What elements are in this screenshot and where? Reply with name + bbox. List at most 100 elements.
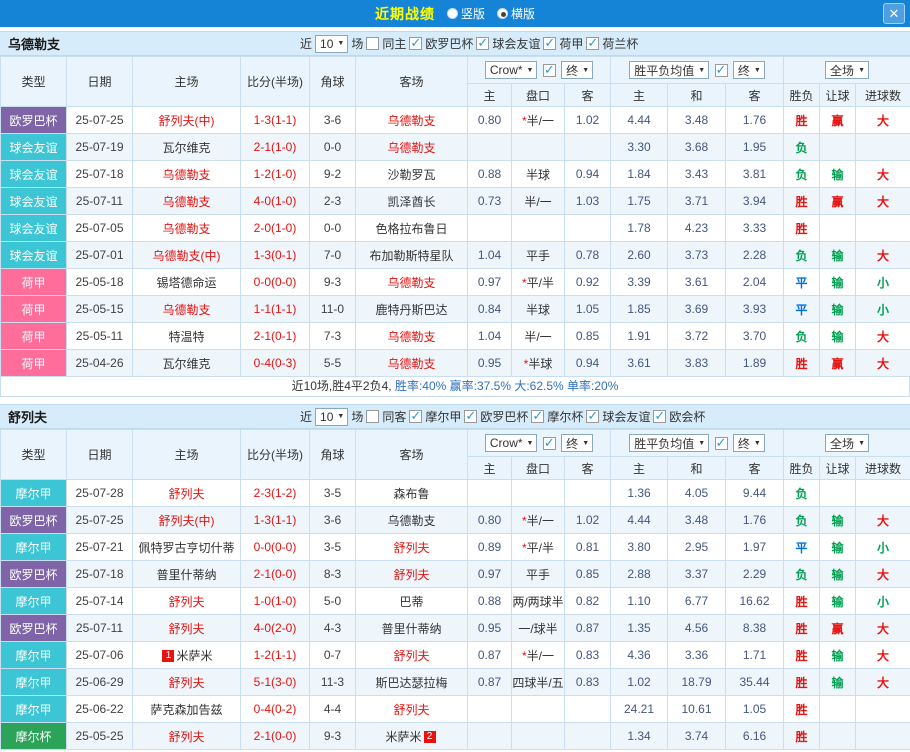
team-name: 舒列夫 xyxy=(393,541,429,555)
chevron-down-icon: ▼ xyxy=(527,67,534,74)
win-lose-result: 胜 xyxy=(784,215,820,242)
match-score: 1-3(1-1) xyxy=(241,507,310,534)
full-match-select[interactable]: 全场 ▼ xyxy=(825,61,869,79)
subcol-handicap-result: 让球 xyxy=(820,457,856,480)
win-lose-result: 胜 xyxy=(784,615,820,642)
handicap-result: 输 xyxy=(820,561,856,588)
team-name: 乌德勒支 xyxy=(387,514,435,528)
same-venue-checkbox[interactable] xyxy=(366,37,379,50)
home-team: 舒列夫 xyxy=(133,615,241,642)
chevron-down-icon: ▼ xyxy=(858,67,865,74)
radio-icon[interactable] xyxy=(497,8,508,19)
final-odds-checkbox[interactable] xyxy=(543,437,556,450)
final-odds-select[interactable]: 终▼ xyxy=(733,434,765,452)
summary-segment: 单率:20% xyxy=(564,379,619,393)
away-team: 乌德勒支 xyxy=(356,134,468,161)
match-row: 球会友谊25-07-18乌德勒支1-2(1-0)9-2沙勒罗瓦0.88半球0.9… xyxy=(1,161,910,188)
same-venue-checkbox[interactable] xyxy=(366,410,379,423)
league-filter-checkbox[interactable] xyxy=(531,410,544,423)
league-type-badge: 荷甲 xyxy=(1,296,67,323)
league-filter-checkbox[interactable] xyxy=(653,410,666,423)
league-filter-label: 欧罗巴杯 xyxy=(480,408,528,425)
asian-home-odds: 0.95 xyxy=(468,615,512,642)
corner-score: 9-3 xyxy=(310,723,356,750)
corner-score: 0-7 xyxy=(310,642,356,669)
europe-odds-select[interactable]: 胜平负均值▼ xyxy=(629,434,709,452)
match-score: 1-3(1-1) xyxy=(241,107,310,134)
final-odds-select[interactable]: 终▼ xyxy=(561,61,593,79)
league-filter-checkbox[interactable] xyxy=(464,410,477,423)
match-count-select[interactable]: 10▼ xyxy=(315,35,348,53)
corner-score: 0-0 xyxy=(310,134,356,161)
final-odds-select[interactable]: 终▼ xyxy=(733,61,765,79)
handicap-result: 输 xyxy=(820,269,856,296)
corner-score: 0-0 xyxy=(310,215,356,242)
asian-handicap: 半/一 xyxy=(512,188,565,215)
asian-home-odds xyxy=(468,723,512,750)
layout-horizontal-option[interactable]: 横版 xyxy=(497,5,535,22)
win-lose-result: 平 xyxy=(784,296,820,323)
asian-odds-group: Crow*▼ 终▼ xyxy=(468,57,611,84)
league-filter-checkbox[interactable] xyxy=(586,37,599,50)
final-odds-checkbox[interactable] xyxy=(715,64,728,77)
match-count-select[interactable]: 10▼ xyxy=(315,408,348,426)
layout-option-label: 竖版 xyxy=(461,5,485,22)
corner-score: 2-3 xyxy=(310,188,356,215)
europe-draw-odds: 3.68 xyxy=(668,134,726,161)
same-venue-label: 同客 xyxy=(382,408,406,425)
match-row: 摩尔杯25-05-25舒列夫2-1(0-0)9-3米萨米21.343.746.1… xyxy=(1,723,910,750)
league-filter-checkbox[interactable] xyxy=(409,410,422,423)
subcol-handicap: 盘口 xyxy=(512,84,565,107)
full-match-select[interactable]: 全场▼ xyxy=(825,434,869,452)
away-team: 乌德勒支 xyxy=(356,507,468,534)
goals-result xyxy=(856,134,910,161)
away-team: 舒列夫 xyxy=(356,534,468,561)
team-name: 舒列夫 xyxy=(168,595,204,609)
asian-handicap: *半/一 xyxy=(512,642,565,669)
select-value: 全场 xyxy=(830,62,854,79)
europe-away-odds: 9.44 xyxy=(726,480,784,507)
team-name: 凯泽酋长 xyxy=(387,195,435,209)
league-filter-checkbox[interactable] xyxy=(409,37,422,50)
europe-home-odds: 1.85 xyxy=(611,296,668,323)
asian-away-odds: 1.03 xyxy=(565,188,611,215)
final-odds-select[interactable]: 终▼ xyxy=(561,434,593,452)
radio-icon[interactable] xyxy=(447,8,458,19)
match-date: 25-05-25 xyxy=(67,723,133,750)
asian-home-odds xyxy=(468,480,512,507)
home-team: 舒列夫 xyxy=(133,588,241,615)
league-filter-checkbox[interactable] xyxy=(476,37,489,50)
handicap-result xyxy=(820,696,856,723)
odds-company-select[interactable]: Crow*▼ xyxy=(485,434,538,452)
league-filter-checkbox[interactable] xyxy=(543,37,556,50)
match-row: 摩尔甲25-06-22萨克森加告兹0-4(0-2)4-4舒列夫24.2110.6… xyxy=(1,696,910,723)
match-score: 2-1(0-0) xyxy=(241,723,310,750)
team-name: 普里什蒂纳 xyxy=(156,568,216,582)
goals-result xyxy=(856,215,910,242)
league-filter-checkbox[interactable] xyxy=(586,410,599,423)
europe-odds-select[interactable]: 胜平负均值▼ xyxy=(629,61,709,79)
handicap-result: 输 xyxy=(820,161,856,188)
league-type-badge: 摩尔甲 xyxy=(1,534,67,561)
final-odds-checkbox[interactable] xyxy=(715,437,728,450)
close-button[interactable]: ✕ xyxy=(883,3,905,24)
match-score: 1-3(0-1) xyxy=(241,242,310,269)
europe-away-odds: 16.62 xyxy=(726,588,784,615)
asian-handicap: 一/球半 xyxy=(512,615,565,642)
summary-row: 近10场,胜4平2负4, 胜率:40% 赢率:37.5% 大:62.5% 单率:… xyxy=(0,377,910,397)
europe-home-odds: 1.02 xyxy=(611,669,668,696)
away-team: 乌德勒支 xyxy=(356,350,468,377)
away-team-panel: 舒列夫 近10▼场同客摩尔甲欧罗巴杯摩尔杯球会友谊欧会杯 类型 日期 主场 比分… xyxy=(0,404,910,750)
odds-company-select[interactable]: Crow*▼ xyxy=(485,61,538,79)
asian-away-odds: 0.81 xyxy=(565,534,611,561)
col-type: 类型 xyxy=(1,430,67,480)
home-team: 普里什蒂纳 xyxy=(133,561,241,588)
europe-away-odds: 1.89 xyxy=(726,350,784,377)
final-odds-checkbox[interactable] xyxy=(543,64,556,77)
goals-result: 大 xyxy=(856,242,910,269)
away-team: 舒列夫 xyxy=(356,561,468,588)
match-date: 25-07-18 xyxy=(67,161,133,188)
layout-vertical-option[interactable]: 竖版 xyxy=(447,5,485,22)
handicap-star: * xyxy=(522,649,527,663)
home-team: 舒列夫 xyxy=(133,480,241,507)
